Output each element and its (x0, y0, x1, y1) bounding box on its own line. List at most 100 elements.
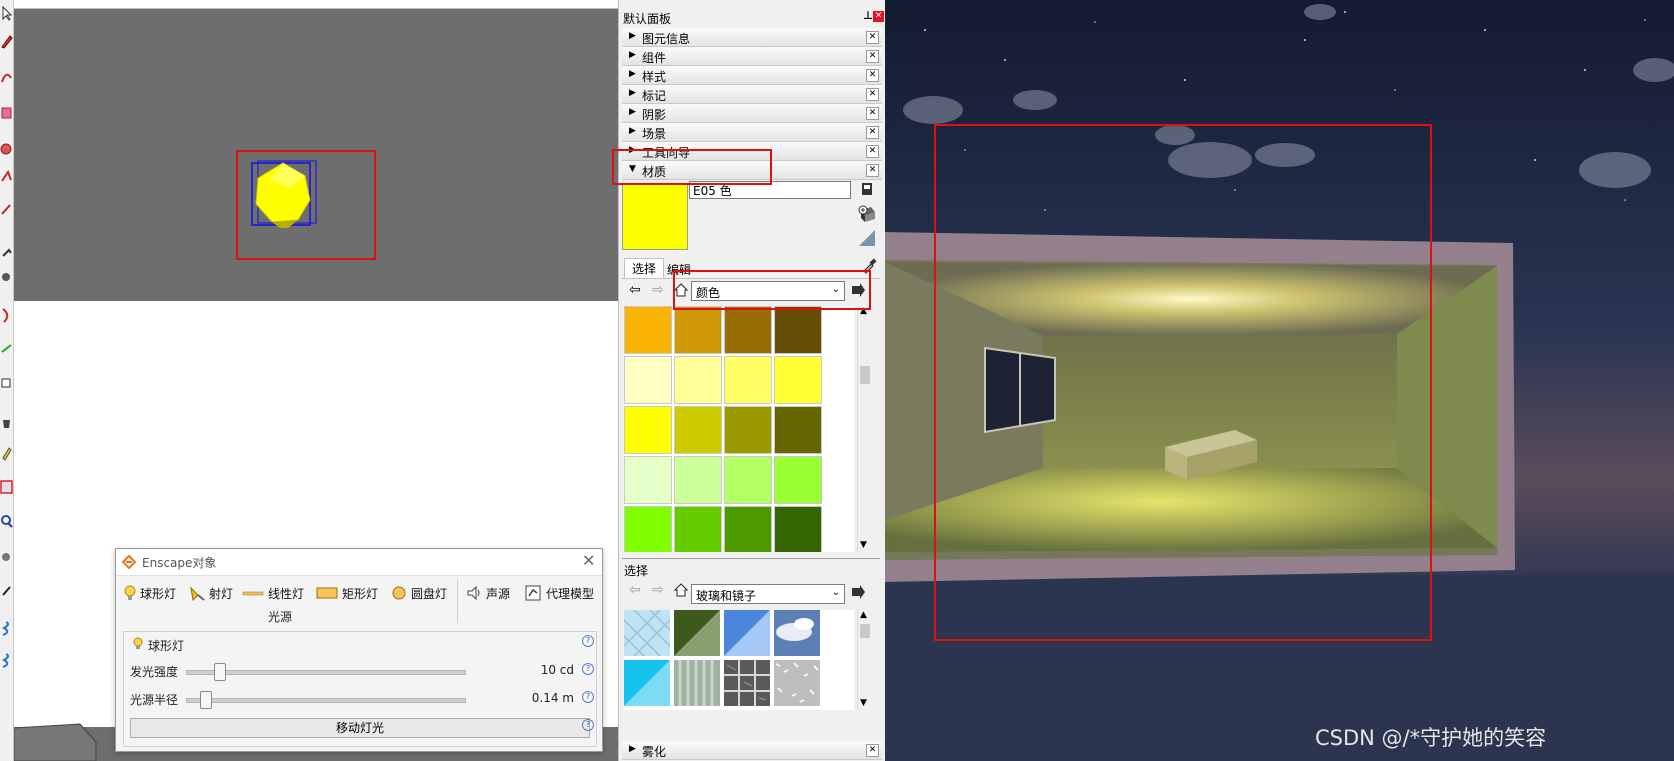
color-swatch[interactable] (724, 506, 772, 552)
tray-styles[interactable]: ▶ 样式 ✕ (622, 66, 882, 85)
material-name-field[interactable]: E05 色 (689, 181, 851, 199)
back-arrow-icon[interactable]: ⇦ (629, 282, 641, 298)
color-swatch[interactable] (624, 306, 672, 354)
color-swatch[interactable] (674, 456, 722, 504)
scroll-down-icon[interactable]: ▼ (860, 540, 867, 550)
rotate-tool-icon[interactable] (0, 244, 13, 262)
close-icon[interactable]: ✕ (866, 69, 879, 82)
tray-entity-info[interactable]: ▶ 图元信息 ✕ (622, 28, 882, 47)
color-swatch[interactable] (724, 356, 772, 404)
intensity-slider-track[interactable] (186, 670, 466, 675)
spot-light-button[interactable]: 射灯 (189, 583, 233, 603)
home-icon[interactable] (673, 582, 689, 598)
scroll-thumb[interactable] (860, 624, 870, 638)
close-icon[interactable]: ✕ (582, 551, 595, 570)
forward-arrow-icon[interactable]: ⇨ (652, 282, 664, 298)
position-camera-icon[interactable] (0, 582, 13, 600)
offset-tool-icon[interactable] (0, 168, 13, 186)
close-icon[interactable]: ✕ (866, 126, 879, 139)
back-arrow-icon[interactable]: ⇦ (629, 582, 641, 598)
help-icon[interactable]: ? (582, 719, 594, 731)
section-plane-icon[interactable] (0, 620, 13, 638)
glass-swatch[interactable] (774, 660, 820, 706)
color-swatch[interactable] (674, 306, 722, 354)
color-swatch[interactable] (774, 406, 822, 454)
scroll-up-icon[interactable]: ▲ (860, 610, 867, 620)
eraser-tool-icon[interactable] (0, 306, 13, 324)
help-icon[interactable]: ? (582, 691, 594, 703)
color-swatch[interactable] (624, 356, 672, 404)
move-tool-icon[interactable] (0, 200, 13, 218)
color-swatch[interactable] (774, 506, 822, 552)
details-arrow-icon[interactable] (849, 584, 867, 602)
tray-tags[interactable]: ▶ 标记 ✕ (622, 85, 882, 104)
tray-shadows[interactable]: ▶ 阴影 ✕ (622, 104, 882, 123)
help-icon[interactable]: ? (582, 663, 594, 675)
model-viewport[interactable]: Enscape对象 ✕ 球形灯 射灯 线性灯 矩形灯 圆盘灯 声源 代理模型 光… (14, 0, 618, 761)
color-swatch[interactable] (674, 506, 722, 552)
scroll-thumb[interactable] (860, 366, 870, 384)
forward-arrow-icon[interactable]: ⇨ (652, 582, 664, 598)
tray-instructor[interactable]: ▶ 工具向导 ✕ (622, 142, 882, 161)
display-secondary-selection-icon[interactable] (859, 181, 875, 199)
sphere-light-button[interactable]: 球形灯 (124, 583, 176, 603)
eyedropper-icon[interactable] (861, 256, 877, 274)
color-swatch[interactable] (624, 406, 672, 454)
close-icon[interactable]: ✕ (866, 31, 879, 44)
scroll-up-icon[interactable]: ▲ (860, 306, 867, 316)
scale-tool-icon[interactable] (0, 268, 13, 286)
details-arrow-icon[interactable] (849, 282, 867, 300)
glass-swatch[interactable] (674, 610, 720, 656)
scroll-down-icon[interactable]: ▼ (860, 698, 867, 708)
color-swatch[interactable] (624, 506, 672, 552)
tab-edit[interactable]: 编辑 (667, 261, 691, 279)
sandbox-tool-icon[interactable] (0, 652, 13, 670)
close-icon[interactable]: ✕ (866, 164, 879, 177)
default-material-icon[interactable] (857, 228, 877, 248)
swatch-scrollbar[interactable]: ▲ ▼ (857, 306, 872, 552)
sound-source-button[interactable]: 声源 (466, 583, 510, 603)
close-icon[interactable]: ✕ (873, 11, 884, 22)
close-icon[interactable]: ✕ (866, 50, 879, 63)
sphere-light-object[interactable] (250, 158, 322, 238)
color-swatch[interactable] (774, 456, 822, 504)
color-swatch[interactable] (724, 406, 772, 454)
intensity-slider-thumb[interactable] (213, 663, 226, 681)
create-material-icon[interactable] (857, 204, 877, 224)
pan-tool-icon[interactable] (0, 478, 13, 496)
help-icon[interactable]: ? (582, 635, 594, 647)
color-swatch[interactable] (624, 456, 672, 504)
move-light-button[interactable]: 移动灯光 (130, 718, 590, 738)
close-icon[interactable]: ✕ (866, 145, 879, 158)
select-tool-icon[interactable] (0, 4, 13, 22)
orbit-tool-icon[interactable] (0, 444, 13, 462)
line-light-button[interactable]: 线性灯 (242, 583, 304, 603)
pin-icon[interactable]: ⊥ (863, 9, 873, 22)
zoom-tool-icon[interactable] (0, 512, 13, 530)
secondary-tab-select[interactable]: 选择 (624, 562, 648, 579)
glass-swatch[interactable] (624, 660, 670, 706)
rectangle-tool-icon[interactable] (0, 104, 13, 122)
color-swatch[interactable] (774, 356, 822, 404)
secondary-library-select[interactable]: 玻璃和镜子 ⌄ (691, 584, 845, 604)
library-select[interactable]: 颜色 ⌄ (691, 281, 845, 301)
radius-slider-track[interactable] (186, 698, 466, 703)
tray-components[interactable]: ▶ 组件 ✕ (622, 47, 882, 66)
walk-tool-icon[interactable] (0, 548, 13, 566)
arc-tool-icon[interactable] (0, 68, 13, 86)
color-swatch[interactable] (724, 456, 772, 504)
radius-slider-thumb[interactable] (199, 691, 212, 709)
pencil-tool-icon[interactable] (0, 32, 13, 50)
secondary-scrollbar[interactable]: ▲ ▼ (857, 610, 872, 710)
color-swatch[interactable] (724, 306, 772, 354)
close-icon[interactable]: ✕ (866, 107, 879, 120)
paint-bucket-icon[interactable] (0, 414, 13, 432)
glass-swatch[interactable] (674, 660, 720, 706)
tray-materials[interactable]: ▼ 材质 ✕ (622, 161, 882, 180)
close-icon[interactable]: ✕ (866, 88, 879, 101)
proxy-model-button[interactable]: 代理模型 (524, 583, 594, 603)
tab-select[interactable]: 选择 (624, 258, 664, 279)
color-swatch[interactable] (774, 306, 822, 354)
glass-swatch[interactable] (624, 610, 670, 656)
disk-light-button[interactable]: 圆盘灯 (391, 583, 447, 603)
